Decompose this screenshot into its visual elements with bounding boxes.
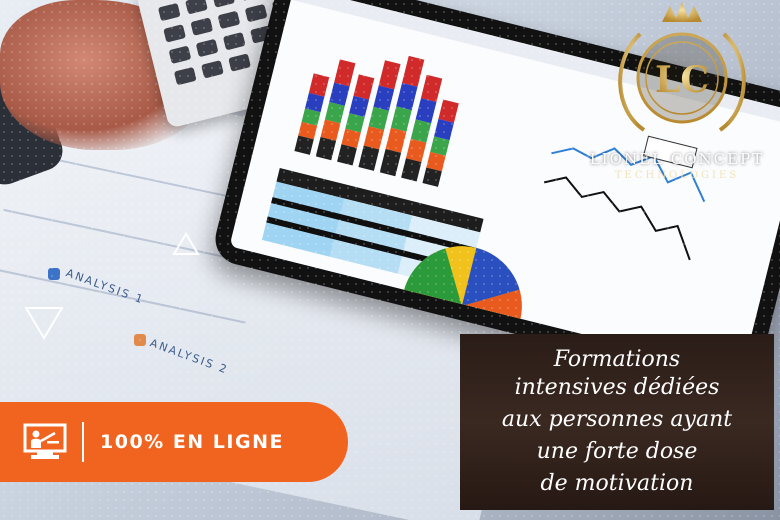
motto-panel: Formations intensives dédiées aux person…: [460, 334, 774, 510]
motto-line-1: Formations: [553, 347, 681, 372]
logo-monogram: LC: [655, 59, 709, 101]
triangle-down-outline-icon: [24, 307, 64, 340]
online-badge: 100% EN LIGNE: [0, 402, 348, 482]
motto-line-2: intensives dédiées: [514, 375, 720, 400]
crown-icon: [662, 2, 702, 22]
triangle-outline-icon: [172, 232, 200, 255]
motto-line-5: de motivation: [540, 471, 694, 496]
badge-label: 100% EN LIGNE: [100, 431, 284, 453]
analysis-1-marker: [48, 268, 60, 280]
motto-line-4: une forte dose: [536, 439, 698, 464]
brand-name: LIONEL CONCEPT: [589, 150, 765, 168]
badge-separator: [82, 422, 84, 462]
motto-line-3: aux personnes ayant: [501, 407, 733, 432]
brand-subtitle: TECHNOLOGIES: [614, 170, 740, 181]
online-teaching-icon: [16, 417, 74, 467]
stacked-bars-illustration: [294, 55, 459, 187]
analysis-2-marker: [134, 334, 146, 346]
